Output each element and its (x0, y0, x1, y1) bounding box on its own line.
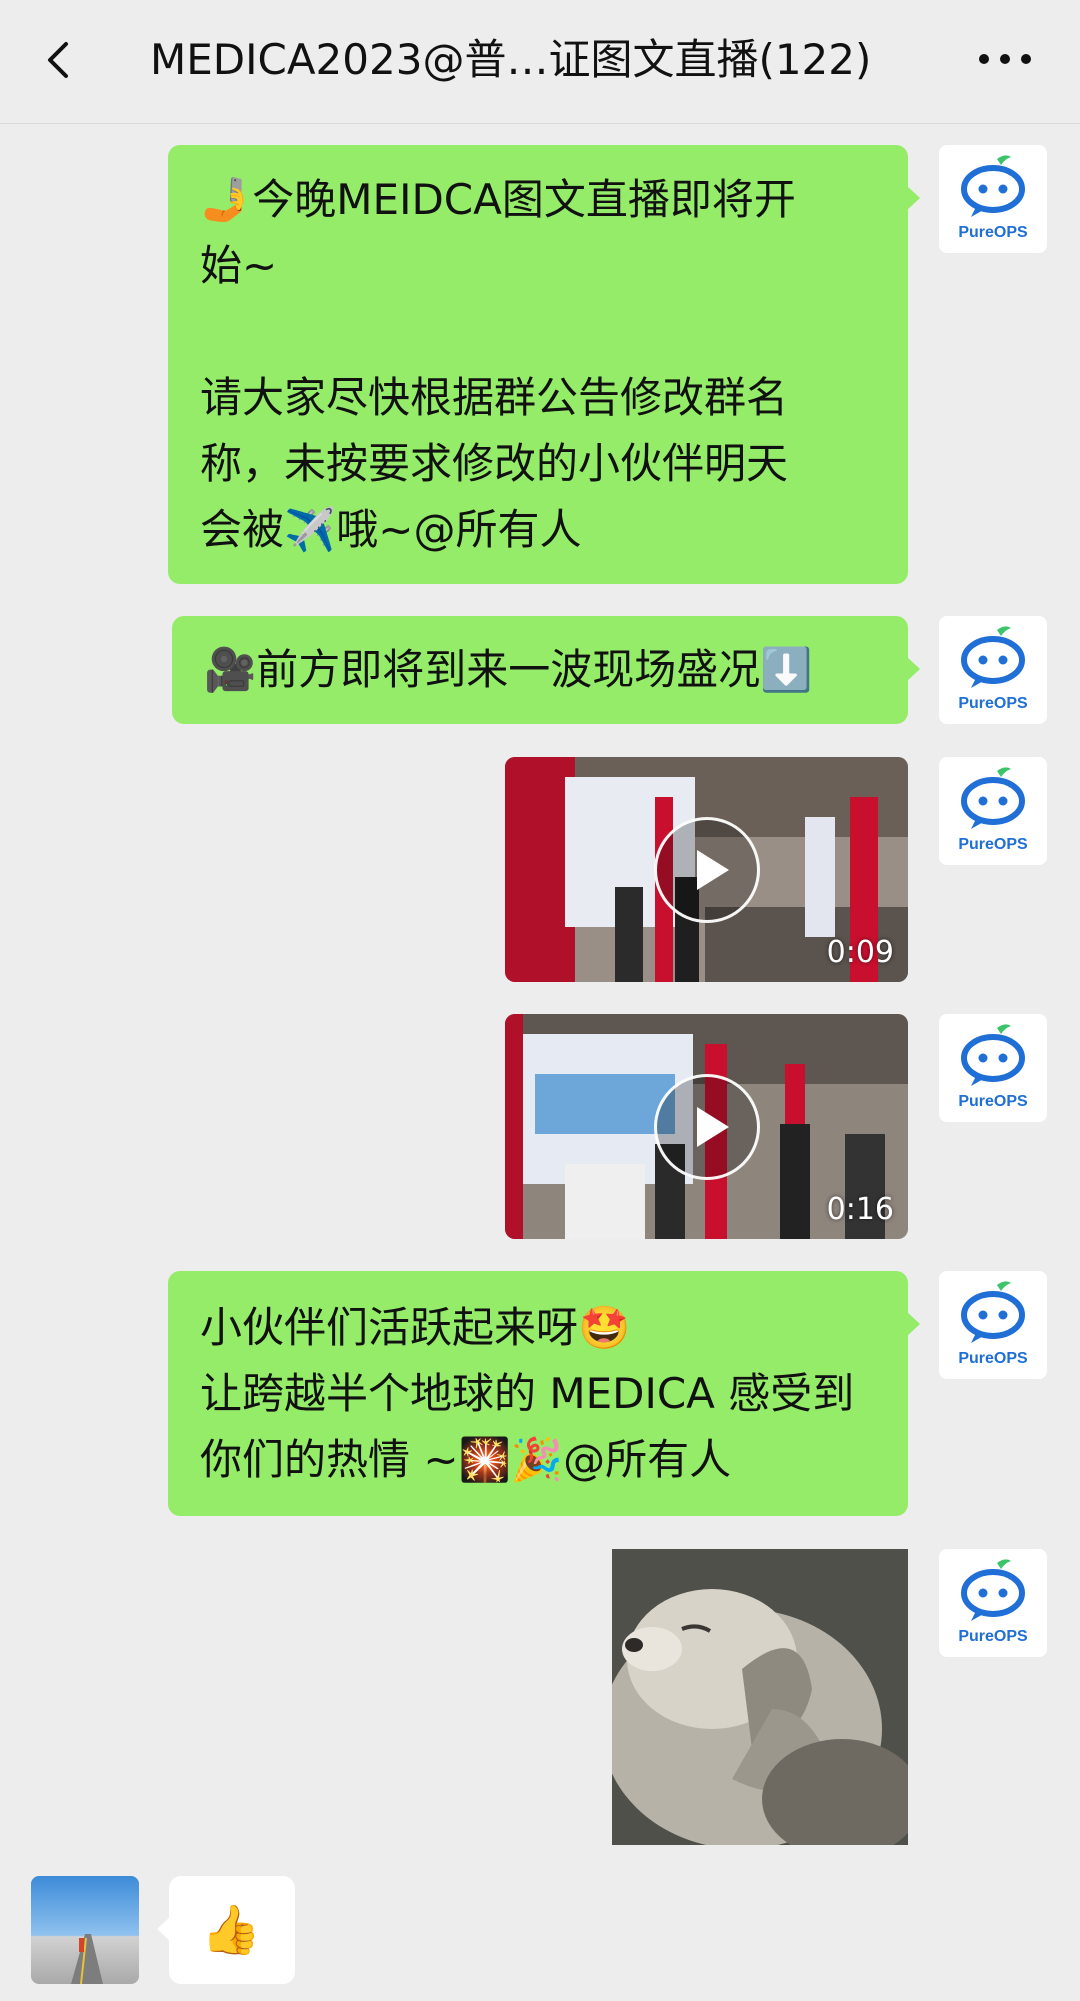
play-icon (696, 849, 729, 890)
more-dots-icon (979, 54, 1031, 64)
message-line: 小伙伴们活跃起来呀🤩 (200, 1303, 631, 1352)
sender-avatar[interactable]: PureOPS (939, 145, 1047, 253)
svg-text:PureOPS: PureOPS (958, 1093, 1028, 1110)
svg-text:PureOPS: PureOPS (958, 695, 1028, 712)
sender-avatar[interactable]: PureOPS (939, 1014, 1047, 1122)
sea-otter-sticker (612, 1549, 908, 1845)
road-landscape-avatar (71, 1934, 103, 1984)
message-line: 🤳今晚MEIDCA图文直播即将开 (200, 175, 796, 224)
message-bubble[interactable]: 小伙伴们活跃起来呀🤩 让跨越半个地球的 MEDICA 感受到 你们的热情 ~🎇🎉… (168, 1271, 920, 1516)
svg-text:PureOPS: PureOPS (958, 836, 1028, 853)
pureops-logo-icon: PureOPS (958, 1281, 1028, 1367)
message-line: 👍 (201, 1902, 261, 1958)
sender-avatar[interactable]: PureOPS (939, 757, 1047, 865)
sticker-message[interactable] (612, 1549, 908, 1845)
video-duration: 0:09 (826, 935, 894, 970)
message-bubble-incoming[interactable]: 👍 (157, 1876, 295, 1984)
message-bubble[interactable]: 🤳今晚MEIDCA图文直播即将开 始~ 请大家尽快根据群公告修改群名 称，未按要… (168, 145, 920, 584)
bubble-tail (906, 1311, 920, 1337)
message-line: 始~ (200, 241, 278, 290)
bubble-tail (906, 185, 920, 211)
svg-text:PureOPS: PureOPS (958, 224, 1028, 241)
message-line: 请大家尽快根据群公告修改群名 (200, 373, 789, 422)
bubble-tail (906, 656, 920, 682)
message-line: 会被✈️哦~@所有人 (200, 505, 582, 554)
message-line (200, 299, 876, 365)
play-icon (696, 1106, 729, 1147)
more-button[interactable] (970, 34, 1040, 84)
user-avatar[interactable] (31, 1876, 139, 1984)
message-line: 称，未按要求修改的小伙伴明天 (200, 439, 789, 488)
pureops-logo-icon: PureOPS (958, 626, 1028, 712)
message-line: 🎥前方即将到来一波现场盛况⬇️ (204, 645, 813, 694)
message-bubble[interactable]: 🎥前方即将到来一波现场盛况⬇️ (172, 616, 920, 724)
pureops-logo-icon: PureOPS (958, 155, 1028, 241)
pureops-logo-icon: PureOPS (958, 1024, 1028, 1110)
chat-title: MEDICA2023@普…证图文直播(122) (150, 35, 872, 84)
back-button[interactable] (30, 30, 90, 90)
chevron-left-icon (48, 42, 68, 78)
pureops-logo-icon: PureOPS (958, 767, 1028, 853)
pureops-logo-icon: PureOPS (958, 1559, 1028, 1645)
sender-avatar[interactable]: PureOPS (939, 1271, 1047, 1379)
message-line: 你们的热情 ~🎇🎉@所有人 (200, 1435, 732, 1484)
bubble-tail (157, 1916, 171, 1942)
svg-text:PureOPS: PureOPS (958, 1628, 1028, 1645)
message-line: 让跨越半个地球的 MEDICA 感受到 (200, 1369, 855, 1418)
video-message[interactable]: 0:16 (505, 1014, 908, 1239)
chat-header: MEDICA2023@普…证图文直播(122) (0, 0, 1080, 124)
video-duration: 0:16 (826, 1192, 894, 1227)
svg-text:PureOPS: PureOPS (958, 1350, 1028, 1367)
sender-avatar[interactable]: PureOPS (939, 616, 1047, 724)
video-message[interactable]: 0:09 (505, 757, 908, 982)
sender-avatar[interactable]: PureOPS (939, 1549, 1047, 1657)
play-button[interactable] (653, 816, 760, 923)
play-button[interactable] (653, 1073, 760, 1180)
